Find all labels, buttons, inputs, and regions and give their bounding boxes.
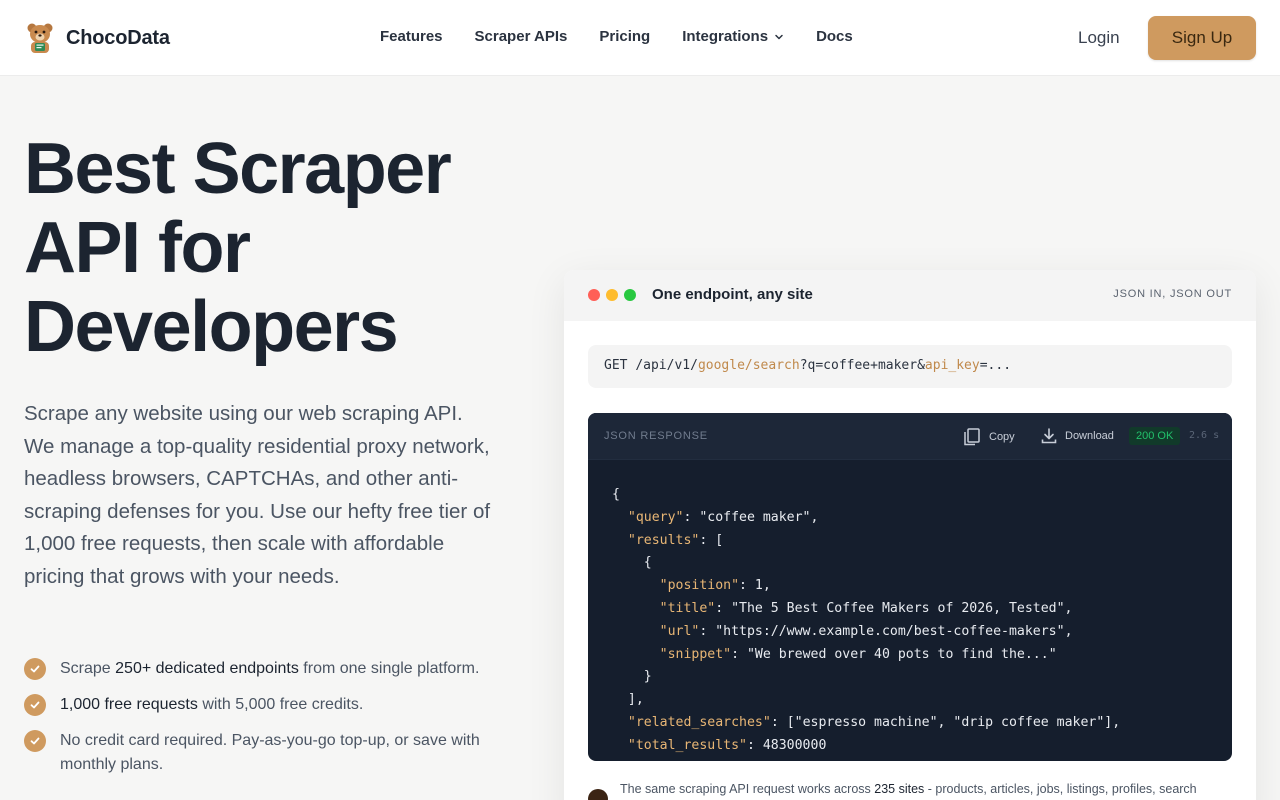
sign-up-button[interactable]: Sign Up (1148, 16, 1256, 60)
main-nav: Features Scraper APIs Pricing Integratio… (380, 28, 853, 45)
copy-button[interactable]: Copy (962, 427, 1015, 447)
feature-text: Scrape 250+ dedicated endpoints from one… (60, 660, 480, 677)
copy-icon (964, 428, 980, 446)
hero-title: Best Scraper API for Developers (24, 129, 452, 367)
code-line: { (612, 484, 1120, 507)
json-text: : "The 5 Best Coffee Makers of 2026, Tes… (715, 600, 1073, 616)
nav-item-docs[interactable]: Docs (816, 28, 853, 45)
code-line: { (612, 552, 1120, 575)
json-text: : "coffee maker", (683, 509, 819, 525)
demo-card-title: One endpoint, any site (652, 286, 813, 303)
json-text: { (612, 487, 620, 502)
check-icon (24, 730, 46, 752)
nav-item-scraper-apis[interactable]: Scraper APIs (475, 28, 568, 45)
hero-description: Scrape any website using our web scrapin… (24, 402, 491, 588)
json-text: : "https://www.example.com/best-coffee-m… (699, 623, 1073, 639)
api-demo-card: One endpoint, any site JSON IN, JSON OUT… (564, 270, 1256, 800)
code-line: "related_searches": ["espresso machine",… (612, 712, 1120, 735)
request-url[interactable]: GET /api/v1/google/search?q=coffee+maker… (588, 345, 1232, 388)
json-text: { (612, 555, 652, 571)
json-key: "snippet" (659, 646, 732, 662)
feature-list: Scrape 250+ dedicated endpoints from one… (24, 657, 494, 789)
download-icon (1041, 428, 1057, 444)
json-text: : 1, (739, 578, 771, 594)
chevron-down-icon (775, 34, 783, 39)
site-header: ChocoData Features Scraper APIs Pricing … (0, 0, 1280, 76)
code-line: "url": "https://www.example.com/best-cof… (612, 621, 1120, 644)
status-badge: 200 OK (1129, 427, 1181, 445)
code-line: ], (612, 689, 1120, 712)
json-text (612, 715, 628, 730)
window-dot-yellow (606, 289, 618, 301)
brand-name: ChocoData (66, 26, 170, 49)
download-button[interactable]: Download (1040, 427, 1114, 445)
sites-note-text: The same scraping API request works acro… (620, 782, 1197, 796)
feature-text: No credit card required. Pay-as-you-go t… (60, 732, 480, 773)
check-icon (24, 694, 46, 716)
json-text (612, 738, 628, 753)
json-text: : ["espresso machine", "drip coffee make… (770, 714, 1121, 730)
code-line: "position": 1, (612, 575, 1120, 598)
json-text (612, 624, 660, 639)
json-text (612, 647, 660, 662)
json-text: : [ (699, 532, 724, 548)
json-key: "url" (659, 623, 700, 639)
json-key: "total_results" (627, 737, 747, 753)
window-dot-green (624, 289, 636, 301)
brand-logo[interactable]: ChocoData (26, 22, 170, 54)
sites-note: The same scraping API request works acro… (588, 782, 1197, 800)
json-code-block: { "query": "coffee maker", "results": [ … (612, 484, 1120, 758)
response-toolbar: JSON RESPONSE Copy Download 200 OK 2.6 s (588, 413, 1232, 460)
nav-item-pricing[interactable]: Pricing (599, 28, 650, 45)
demo-card-header: One endpoint, any site JSON IN, JSON OUT (564, 270, 1256, 321)
json-key: "title" (659, 600, 716, 616)
code-line: } (612, 666, 1120, 689)
json-text (612, 601, 660, 616)
json-key: "position" (659, 578, 740, 594)
json-text (612, 578, 660, 593)
response-time: 2.6 s (1189, 430, 1220, 441)
nav-item-integrations-label: Integrations (682, 28, 769, 45)
json-key: "related_searches" (627, 714, 771, 730)
feature-item: Scrape 250+ dedicated endpoints from one… (24, 657, 494, 681)
json-text (612, 533, 628, 548)
login-link[interactable]: Login (1078, 28, 1120, 48)
nav-item-features[interactable]: Features (380, 28, 443, 45)
feature-item: 1,000 free requests with 5,000 free cred… (24, 693, 494, 717)
demo-card-tag: JSON IN, JSON OUT (1113, 288, 1232, 300)
code-line: "results": [ (612, 530, 1120, 553)
check-icon (24, 658, 46, 680)
nav-item-integrations[interactable]: Integrations (682, 28, 784, 45)
window-dot-red (588, 289, 600, 301)
json-text: : "We brewed over 40 pots to find the...… (731, 646, 1057, 662)
feature-text: 1,000 free requests with 5,000 free cred… (60, 696, 364, 713)
feature-item: No credit card required. Pay-as-you-go t… (24, 729, 494, 777)
json-text: ], (612, 692, 644, 708)
json-text (612, 510, 628, 525)
copy-label: Copy (989, 431, 1015, 443)
json-key: "query" (627, 509, 684, 525)
code-line: "query": "coffee maker", (612, 507, 1120, 530)
bear-mascot-icon (26, 22, 54, 54)
code-line: "total_results": 48300000 (612, 735, 1120, 758)
code-line: "title": "The 5 Best Coffee Makers of 20… (612, 598, 1120, 621)
json-text: } (612, 669, 652, 685)
json-text: : 48300000 (746, 737, 827, 753)
json-key: "results" (627, 532, 700, 548)
download-label: Download (1065, 430, 1114, 442)
json-response-panel: JSON RESPONSE Copy Download 200 OK 2.6 s… (588, 413, 1232, 761)
code-line: "snippet": "We brewed over 40 pots to fi… (612, 644, 1120, 667)
response-label: JSON RESPONSE (604, 430, 708, 442)
info-icon (588, 789, 608, 800)
